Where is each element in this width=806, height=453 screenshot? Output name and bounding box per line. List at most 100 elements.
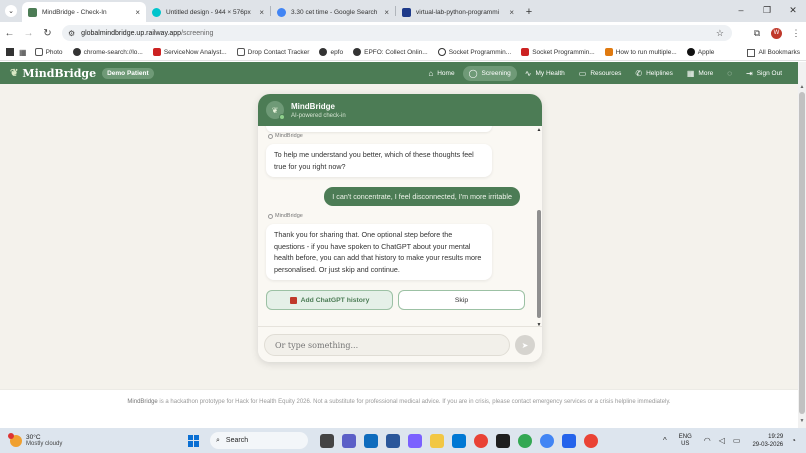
weather-widget[interactable]: 30°C Mostly cloudy <box>8 432 62 447</box>
chrome-profile-icon[interactable] <box>584 433 598 448</box>
outlook-icon[interactable] <box>452 433 466 448</box>
bookmark-item[interactable]: ServiceNow Analyst... <box>152 48 227 56</box>
copilot-icon[interactable] <box>408 433 422 448</box>
send-button[interactable]: ➤ <box>515 335 535 355</box>
bot-message: To help me understand you better, which … <box>266 144 492 177</box>
grid-icon: ▦ <box>686 68 695 78</box>
language-indicator[interactable]: ENG US <box>679 434 692 448</box>
app-icon[interactable] <box>386 433 400 448</box>
taskbar-search[interactable]: ⌕ Search <box>210 432 308 449</box>
tab-title: MindBridge - Check-In <box>42 8 107 16</box>
skip-button[interactable]: Skip <box>398 290 525 310</box>
bookmark-item[interactable]: epfo <box>319 48 343 56</box>
folder-icon <box>747 48 756 57</box>
bookmark-item[interactable]: How to run multiple... <box>604 48 677 56</box>
page-scrollbar[interactable]: ▲ ▼ <box>798 62 806 428</box>
bookmark-item[interactable]: EPFO: Collect Onlin... <box>353 48 428 56</box>
nav-screening[interactable]: ◯ Screening <box>462 65 517 81</box>
apps-grid-icon[interactable]: ▦ <box>19 48 27 57</box>
page-scroll-thumb[interactable] <box>799 92 805 414</box>
teams-icon[interactable] <box>342 433 356 448</box>
nav-sign-out[interactable]: ⇥ Sign Out <box>740 66 788 81</box>
taskbar: 30°C Mostly cloudy ⌕ Search ^ ENG US ◠ ◁… <box>0 428 806 453</box>
button-label: Add ChatGPT history <box>300 296 370 304</box>
new-tab-button[interactable]: + <box>520 2 538 22</box>
close-icon[interactable]: × <box>135 8 140 17</box>
nav-home[interactable]: ⌂ Home <box>422 66 460 81</box>
windows-start-icon[interactable] <box>188 434 200 447</box>
url-host: globalmindbridge.up.railway.app <box>81 29 182 37</box>
chrome-profile-icon[interactable] <box>540 433 554 448</box>
reload-icon[interactable]: ↻ <box>38 28 57 39</box>
close-icon[interactable]: × <box>259 8 264 17</box>
task-view-icon[interactable] <box>320 433 334 448</box>
app-header: ❦ MindBridge Demo Patient ⌂ Home ◯ Screeni… <box>0 62 798 84</box>
nav-label: Home <box>437 69 455 77</box>
tab-title: 3.30 cet time - Google Search <box>291 8 378 16</box>
site-info-icon[interactable]: ⚙ <box>68 29 75 38</box>
weather-icon <box>8 432 22 447</box>
file-explorer-icon[interactable] <box>430 433 444 448</box>
bookmark-item[interactable]: Drop Contact Tracker <box>236 48 309 56</box>
minimize-icon[interactable]: – <box>728 0 754 20</box>
scroll-down-icon[interactable]: ▼ <box>798 418 806 424</box>
forward-icon[interactable]: → <box>19 28 38 39</box>
close-window-icon[interactable]: ✕ <box>780 0 806 20</box>
main-nav: ⌂ Home ◯ Screening ∿ My Health ▭ Resources ✆… <box>420 62 788 84</box>
browser-tab[interactable]: MindBridge - Check-In × <box>22 2 146 22</box>
bookmark-item[interactable]: Socket Programmin... <box>521 48 595 56</box>
back-icon[interactable]: ← <box>0 28 19 39</box>
bookmark-item[interactable]: Apple <box>686 48 714 56</box>
user-message: I can't concentrate, I feel disconnected… <box>324 187 520 206</box>
bookmark-item[interactable]: chrome-search://lo... <box>72 48 143 56</box>
scroll-up-icon[interactable]: ▲ <box>798 84 806 90</box>
add-chatgpt-history-button[interactable]: Add ChatGPT history <box>266 290 393 310</box>
all-bookmarks-button[interactable]: All Bookmarks <box>747 44 800 61</box>
tab-search-button[interactable]: ⌄ <box>0 0 22 22</box>
bookmark-star-icon[interactable]: ☆ <box>716 28 724 39</box>
button-label: Skip <box>454 296 469 304</box>
chat-input[interactable] <box>264 334 510 356</box>
close-icon[interactable]: × <box>509 8 514 17</box>
speaker-icon[interactable]: ◁ <box>719 436 725 445</box>
chevron-up-icon[interactable]: ^ <box>663 436 667 445</box>
github-icon <box>437 48 446 56</box>
url-field[interactable]: ⚙ globalmindbridge.up.railway.app/screen… <box>62 25 732 41</box>
app-icon[interactable] <box>562 433 576 448</box>
tab-title: virtual-lab-python-programmi <box>416 8 500 16</box>
url-path: /screening <box>181 29 214 37</box>
bookmark-square-icon[interactable] <box>6 48 14 56</box>
clock[interactable]: 19:29 29-03-2026 <box>752 433 783 449</box>
nav-label: Helplines <box>646 69 673 77</box>
browser-tab[interactable]: 3.30 cet time - Google Search × <box>271 2 395 22</box>
chat-scroll-thumb[interactable] <box>537 210 541 318</box>
battery-icon[interactable]: ▭ <box>733 436 741 445</box>
notification-bell-icon[interactable]: ◔ <box>791 436 796 445</box>
nav-whatsapp[interactable]: ◌ <box>721 66 738 81</box>
wifi-icon[interactable]: ◠ <box>704 436 711 445</box>
edge-icon[interactable] <box>364 433 378 448</box>
terminal-icon[interactable] <box>496 433 510 448</box>
scroll-up-icon[interactable]: ▲ <box>536 127 542 133</box>
system-tray: ^ ENG US ◠ ◁ ▭ 19:29 29-03-2026 ◔ <box>659 428 800 453</box>
vlab-icon <box>402 7 411 17</box>
close-icon[interactable]: × <box>384 8 389 17</box>
browser-tab[interactable]: Untitled design - 944 × 576px × <box>146 2 270 22</box>
profile-avatar[interactable]: W <box>771 27 782 39</box>
nav-resources[interactable]: ▭ Resources <box>573 66 628 81</box>
chat-scrollbar[interactable]: ▲ ▼ <box>536 127 542 328</box>
nav-my-health[interactable]: ∿ My Health <box>519 66 571 81</box>
menu-icon[interactable]: ⋮ <box>786 28 806 39</box>
extensions-icon[interactable]: ⧉ <box>747 28 767 39</box>
brand-name: MindBridge <box>22 66 97 80</box>
canva-icon <box>152 7 161 17</box>
browser-tab[interactable]: virtual-lab-python-programmi × <box>396 2 520 22</box>
app-logo[interactable]: ❦ MindBridge <box>10 67 96 80</box>
nav-helplines[interactable]: ✆ Helplines <box>629 66 678 81</box>
bookmark-item[interactable]: Photo <box>34 48 63 56</box>
chrome-profile-icon[interactable] <box>518 433 532 448</box>
chrome-icon[interactable] <box>474 433 488 448</box>
nav-more[interactable]: ▦ More <box>681 66 719 81</box>
restore-icon[interactable]: ❐ <box>754 0 780 20</box>
bookmark-item[interactable]: Socket Programmin... <box>437 48 511 56</box>
